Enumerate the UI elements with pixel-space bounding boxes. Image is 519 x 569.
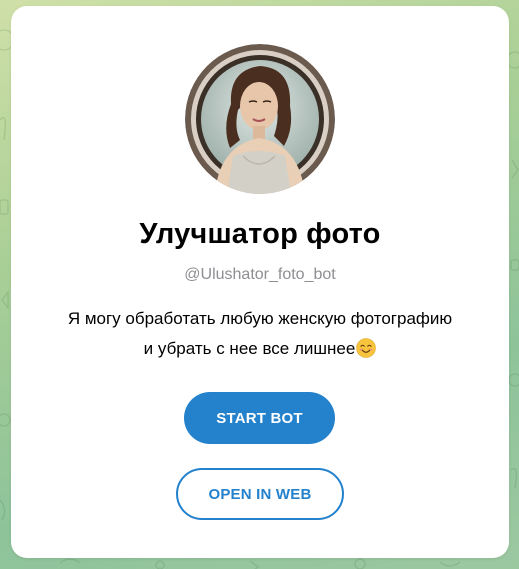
bot-description: Я могу обработать любую женскую фотограф… bbox=[11, 304, 509, 364]
avatar-portrait-icon bbox=[185, 44, 335, 194]
description-line-1: Я могу обработать любую женскую фотограф… bbox=[67, 309, 453, 328]
start-bot-button[interactable]: START BOT bbox=[184, 392, 335, 444]
bot-name: Улучшатор фото bbox=[139, 218, 381, 250]
description-line-2-text: и убрать с нее все лишнее bbox=[143, 339, 356, 358]
description-line-2: и убрать с нее все лишнее bbox=[11, 334, 509, 364]
bot-avatar bbox=[185, 44, 335, 194]
open-in-web-button[interactable]: OPEN IN WEB bbox=[176, 468, 344, 520]
smiling-face-emoji-icon bbox=[356, 338, 377, 358]
bot-username: @Ulushator_foto_bot bbox=[184, 266, 336, 283]
bot-profile-card: Улучшатор фото @Ulushator_foto_bot Я мог… bbox=[11, 6, 509, 558]
